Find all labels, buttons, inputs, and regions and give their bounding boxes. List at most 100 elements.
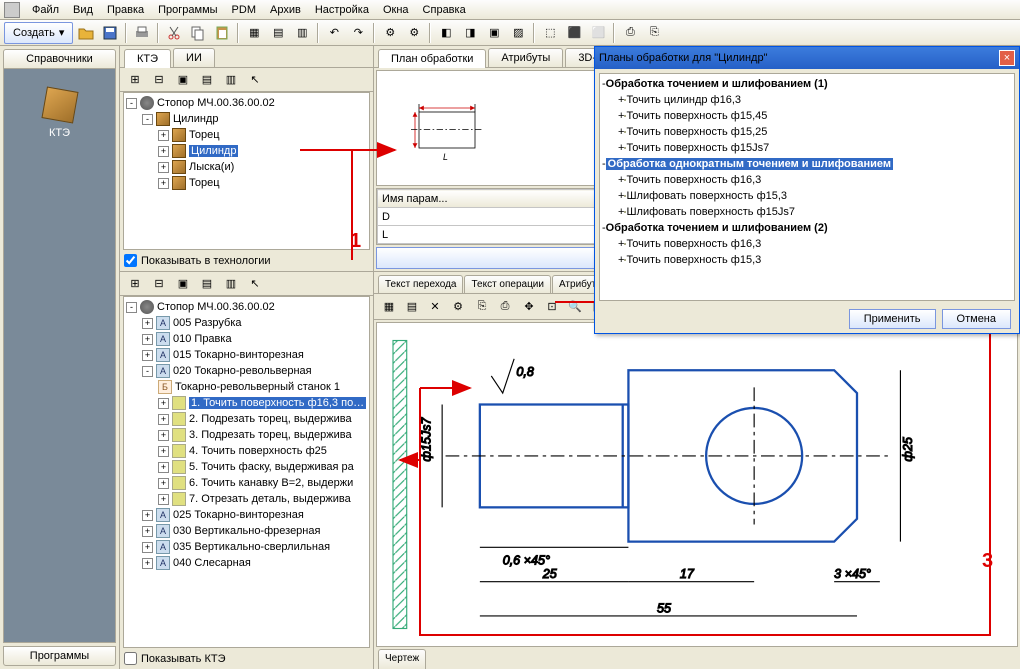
ops-item[interactable]: 010 Правка <box>173 333 232 345</box>
tab-plan[interactable]: План обработки <box>378 49 486 68</box>
tb-icon[interactable]: ◧ <box>435 22 457 44</box>
tb-icon[interactable]: ▣ <box>172 69 194 91</box>
tb-icon[interactable]: ⊟ <box>148 273 170 295</box>
dtab[interactable]: Текст операции <box>464 275 551 293</box>
tab-attrs[interactable]: Атрибуты <box>488 48 563 67</box>
cancel-button[interactable]: Отмена <box>942 309 1011 329</box>
menu-file[interactable]: Файл <box>26 2 65 18</box>
plan-group[interactable]: Обработка точением и шлифованием (1) <box>606 78 828 90</box>
tb-icon[interactable]: ▤ <box>196 273 218 295</box>
plan-item[interactable]: Точить поверхность ф15,45 <box>626 110 767 122</box>
tab-kte[interactable]: КТЭ <box>124 49 171 68</box>
tb-icon[interactable]: ▤ <box>196 69 218 91</box>
tb-icon[interactable]: ▥ <box>220 273 242 295</box>
menu-settings[interactable]: Настройка <box>309 2 375 18</box>
copy-icon[interactable] <box>187 22 209 44</box>
ops-sub[interactable]: 7. Отрезать деталь, выдержива <box>189 493 351 505</box>
arrow-icon[interactable]: ↖ <box>244 69 266 91</box>
menu-help[interactable]: Справка <box>417 2 472 18</box>
tb-icon[interactable]: ▦ <box>243 22 265 44</box>
popup-titlebar[interactable]: Планы обработки для "Цилиндр" × <box>595 47 1019 69</box>
ops-sub[interactable]: 5. Точить фаску, выдерживая ра <box>189 461 354 473</box>
plan-item[interactable]: Шлифовать поверхность ф15,3 <box>626 190 787 202</box>
save-icon[interactable] <box>99 22 121 44</box>
tb-icon[interactable]: ⚙ <box>379 22 401 44</box>
ops-root[interactable]: Стопор МЧ.00.36.00.02 <box>157 301 275 313</box>
tb-icon[interactable]: ▥ <box>220 69 242 91</box>
menu-windows[interactable]: Окна <box>377 2 415 18</box>
cut-icon[interactable] <box>163 22 185 44</box>
plan-item[interactable]: Шлифовать поверхность ф15Js7 <box>626 206 795 218</box>
paste-icon[interactable] <box>211 22 233 44</box>
plan-item[interactable]: Точить поверхность ф15,25 <box>626 126 767 138</box>
ops-sub[interactable]: 3. Подрезать торец, выдержива <box>189 429 352 441</box>
tb-icon[interactable]: ⬜ <box>587 22 609 44</box>
plan-item[interactable]: Точить поверхность ф16,3 <box>626 238 761 250</box>
tb-icon[interactable]: ▤ <box>401 296 423 318</box>
tb-icon[interactable]: ⬚ <box>539 22 561 44</box>
menu-archive[interactable]: Архив <box>264 2 307 18</box>
zoom-fit-icon[interactable]: ⊡ <box>541 296 563 318</box>
tab-references[interactable]: Справочники <box>3 49 116 69</box>
create-button[interactable]: Создать▾ <box>4 22 73 44</box>
tree-item[interactable]: Цилиндр <box>173 113 218 125</box>
move-icon[interactable]: ✥ <box>518 296 540 318</box>
tab-ii[interactable]: ИИ <box>173 48 215 67</box>
redo-icon[interactable]: ↷ <box>347 22 369 44</box>
tree-root[interactable]: Стопор МЧ.00.36.00.02 <box>157 97 275 109</box>
ops-sub[interactable]: 4. Точить поверхность ф25 <box>189 445 327 457</box>
ops-item[interactable]: 040 Слесарная <box>173 557 251 569</box>
menu-pdm[interactable]: PDM <box>226 2 262 18</box>
show-kte-checkbox[interactable] <box>124 652 137 665</box>
arrow-icon[interactable]: ↖ <box>244 273 266 295</box>
plan-item[interactable]: Точить поверхность ф16,3 <box>626 174 761 186</box>
tree-item[interactable]: Лыска(и) <box>189 161 234 173</box>
tree-item[interactable]: Торец <box>189 177 220 189</box>
tb-icon[interactable]: ⎘ <box>471 296 493 318</box>
menu-programs[interactable]: Программы <box>152 2 223 18</box>
tb-icon[interactable]: ⎘ <box>643 22 665 44</box>
ops-sub[interactable]: 6. Точить канавку B=2, выдержи <box>189 477 353 489</box>
ops-item[interactable]: 035 Вертикально-сверлильная <box>173 541 330 553</box>
ops-item[interactable]: 030 Вертикально-фрезерная <box>173 525 320 537</box>
ops-item[interactable]: 015 Токарно-винторезная <box>173 349 304 361</box>
tb-icon[interactable]: ✕ <box>424 296 446 318</box>
ops-sub[interactable]: Токарно-револьверный станок 1 <box>175 381 340 393</box>
tb-icon[interactable]: ◨ <box>459 22 481 44</box>
tb-icon[interactable]: ⊞ <box>124 69 146 91</box>
tb-icon[interactable]: ▤ <box>267 22 289 44</box>
tb-icon[interactable]: ▣ <box>172 273 194 295</box>
tree-item[interactable]: Торец <box>189 129 220 141</box>
plan-item[interactable]: Точить поверхность ф15Js7 <box>626 142 769 154</box>
menu-edit[interactable]: Правка <box>101 2 150 18</box>
tab-programs[interactable]: Программы <box>3 646 116 666</box>
kte-icon[interactable] <box>41 86 78 123</box>
show-tech-checkbox[interactable] <box>124 254 137 267</box>
ops-sub[interactable]: 2. Подрезать торец, выдержива <box>189 413 352 425</box>
tb-icon[interactable]: ⚙ <box>403 22 425 44</box>
tb-icon[interactable]: ⊞ <box>124 273 146 295</box>
tb-icon[interactable]: ▦ <box>378 296 400 318</box>
tb-icon[interactable]: ⬛ <box>563 22 585 44</box>
plan-group[interactable]: Обработка точением и шлифованием (2) <box>606 222 828 234</box>
open-icon[interactable] <box>75 22 97 44</box>
print-icon[interactable] <box>131 22 153 44</box>
feature-tree[interactable]: -Стопор МЧ.00.36.00.02 -Цилиндр +Торец +… <box>123 92 370 250</box>
tb-icon[interactable]: ⎙ <box>619 22 641 44</box>
plan-group-selected[interactable]: Обработка однократным точением и шлифова… <box>606 158 893 170</box>
undo-icon[interactable]: ↶ <box>323 22 345 44</box>
ops-item[interactable]: 020 Токарно-револьверная <box>173 365 312 377</box>
menu-view[interactable]: Вид <box>67 2 99 18</box>
dtab[interactable]: Текст перехода <box>378 275 463 293</box>
drawing-area[interactable]: ф15Js7 ф25 0,6 ×45° 25 17 3 ×45° <box>376 322 1018 647</box>
ops-tree[interactable]: -Стопор МЧ.00.36.00.02 +A005 Разрубка +A… <box>123 296 370 648</box>
popup-tree[interactable]: -Обработка точением и шлифованием (1) +Т… <box>599 73 1015 301</box>
ops-sub-selected[interactable]: 1. Точить поверхность ф16,3 по… <box>189 397 366 409</box>
tb-icon[interactable]: ⎙ <box>494 296 516 318</box>
bottom-tab[interactable]: Чертеж <box>378 649 426 669</box>
tb-icon[interactable]: ▣ <box>483 22 505 44</box>
plan-item[interactable]: Точить поверхность ф15,3 <box>626 254 761 266</box>
tb-icon[interactable]: ▨ <box>507 22 529 44</box>
apply-button[interactable]: Применить <box>849 309 936 329</box>
tb-icon[interactable]: ⚙ <box>447 296 469 318</box>
